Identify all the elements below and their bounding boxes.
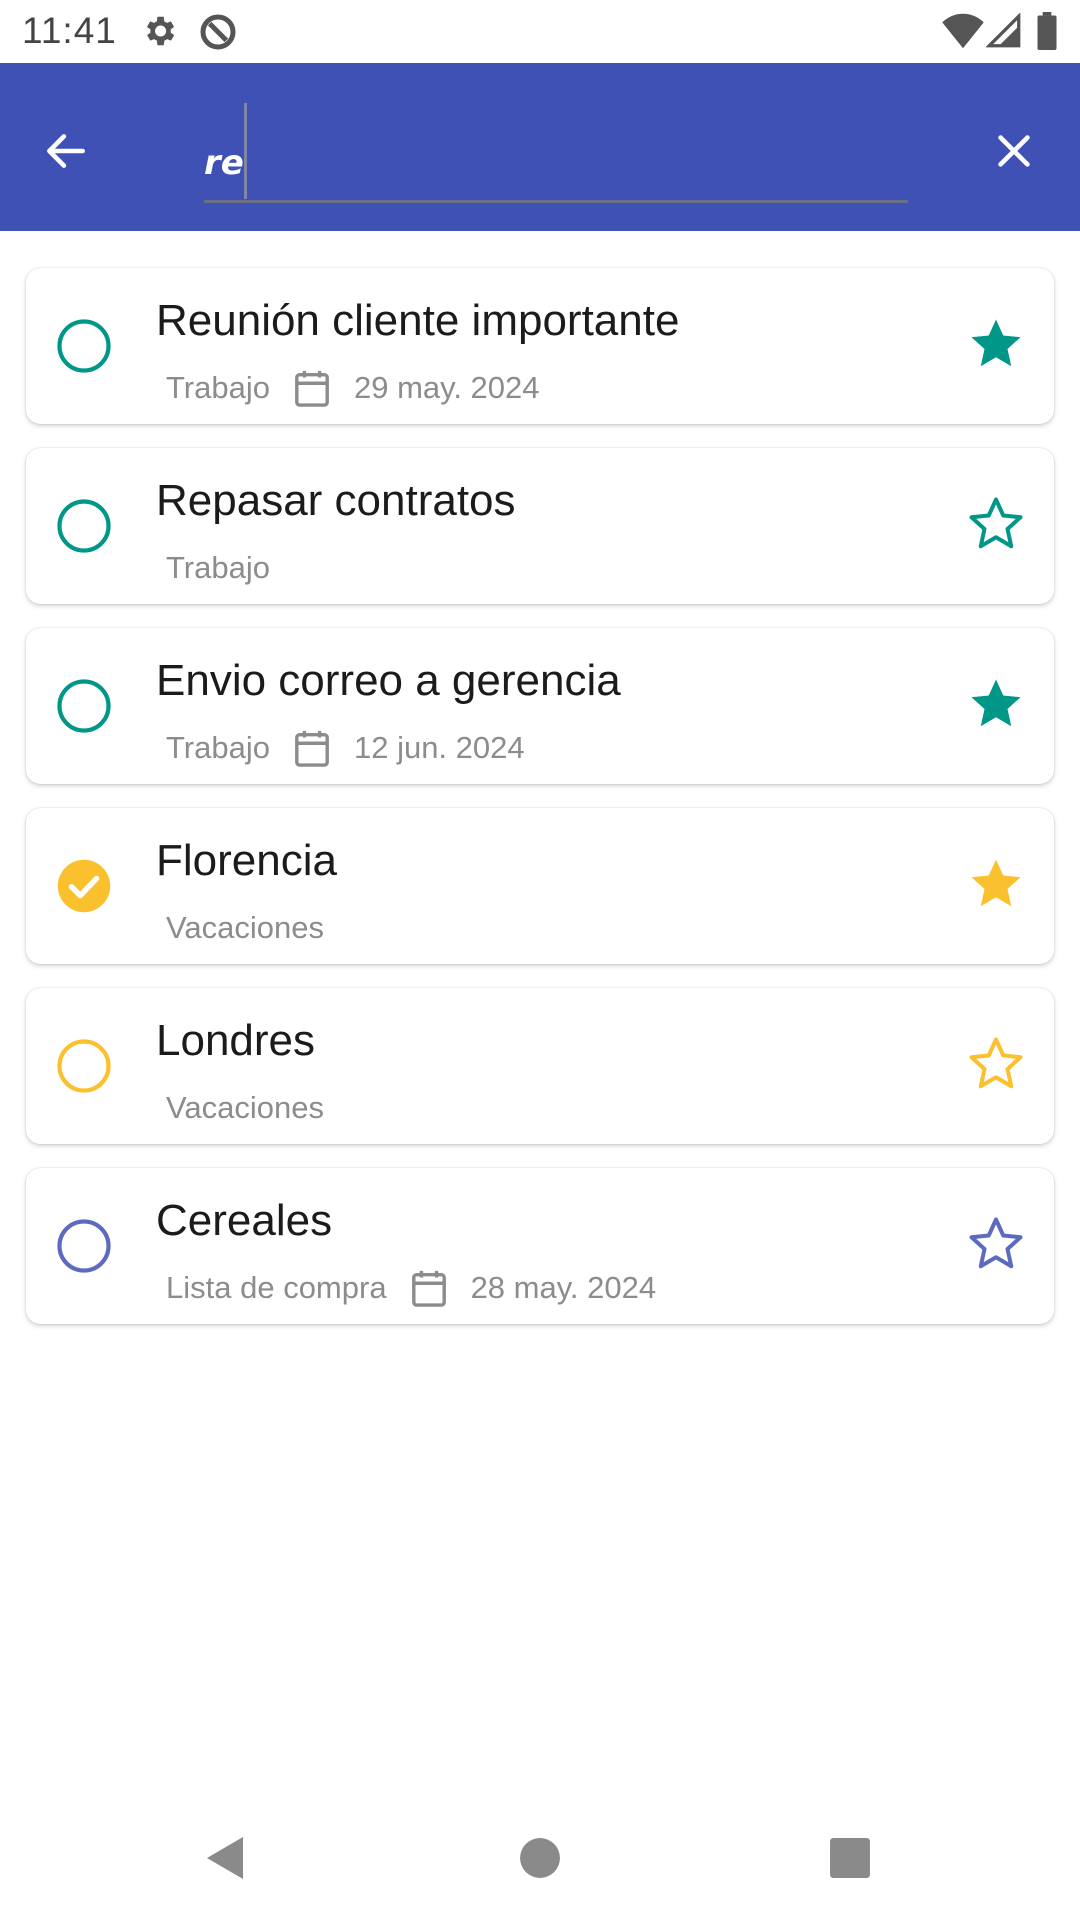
system-nav-bar xyxy=(0,1800,1080,1920)
task-title: Reunión cliente importante xyxy=(156,296,680,345)
task-card[interactable]: Repasar contratos Trabajo xyxy=(26,448,1054,604)
check-circle-icon xyxy=(54,856,114,921)
favorite-toggle[interactable] xyxy=(962,672,1030,740)
task-card[interactable]: Florencia Vacaciones xyxy=(26,808,1054,964)
recents-square-icon xyxy=(829,1837,871,1884)
star-outline-icon xyxy=(966,494,1026,559)
signal-icon xyxy=(986,12,1022,50)
circle-outline-icon xyxy=(54,316,114,381)
favorite-toggle[interactable] xyxy=(962,852,1030,920)
star-filled-icon xyxy=(966,674,1026,739)
nav-back-button[interactable] xyxy=(196,1830,256,1890)
search-underline xyxy=(204,200,908,203)
task-list: Reunión cliente importante Trabajo 29 may.… xyxy=(26,268,1054,1348)
calendar-icon xyxy=(292,728,332,768)
close-icon xyxy=(991,128,1037,179)
battery-icon xyxy=(1036,12,1058,50)
task-category: Trabajo xyxy=(166,370,270,405)
task-meta: Trabajo xyxy=(166,548,270,588)
calendar-icon xyxy=(292,368,332,408)
star-filled-icon xyxy=(966,314,1026,379)
task-meta: Vacaciones xyxy=(166,1088,324,1128)
circle-outline-icon xyxy=(54,496,114,561)
star-outline-icon xyxy=(966,1034,1026,1099)
star-filled-icon xyxy=(966,854,1026,919)
task-category: Trabajo xyxy=(166,550,270,585)
search-input[interactable] xyxy=(204,99,908,199)
circle-outline-icon xyxy=(54,676,114,741)
favorite-toggle[interactable] xyxy=(962,492,1030,560)
nav-home-button[interactable] xyxy=(510,1830,570,1890)
task-card[interactable]: Cereales Lista de compra 28 may. 2024 xyxy=(26,1168,1054,1324)
calendar-icon xyxy=(409,1268,449,1308)
task-meta: Trabajo 12 jun. 2024 xyxy=(166,728,525,768)
task-category: Vacaciones xyxy=(166,1090,324,1125)
arrow-left-icon xyxy=(41,126,91,181)
back-triangle-icon xyxy=(205,1835,247,1886)
sync-icon xyxy=(198,12,238,52)
settings-icon xyxy=(140,12,178,50)
home-circle-icon xyxy=(519,1837,561,1884)
task-checkbox[interactable] xyxy=(54,1038,114,1098)
task-card[interactable]: Reunión cliente importante Trabajo 29 may.… xyxy=(26,268,1054,424)
task-checkbox[interactable] xyxy=(54,498,114,558)
circle-outline-icon xyxy=(54,1036,114,1101)
task-meta: Vacaciones xyxy=(166,908,324,948)
task-title: Londres xyxy=(156,1016,316,1065)
task-checkbox[interactable] xyxy=(54,318,114,378)
star-outline-icon xyxy=(966,1214,1026,1279)
status-time: 11:41 xyxy=(22,10,117,51)
clear-search-button[interactable] xyxy=(974,113,1054,193)
back-button[interactable] xyxy=(26,113,106,193)
task-meta: Lista de compra 28 may. 2024 xyxy=(166,1268,656,1308)
task-checkbox[interactable] xyxy=(54,858,114,918)
text-cursor xyxy=(244,103,247,199)
task-meta: Trabajo 29 may. 2024 xyxy=(166,368,540,408)
task-due-date: 28 may. 2024 xyxy=(470,1270,657,1305)
search-app-bar xyxy=(0,63,1080,231)
favorite-toggle[interactable] xyxy=(962,1032,1030,1100)
circle-outline-icon xyxy=(54,1216,114,1281)
task-due-date: 12 jun. 2024 xyxy=(353,730,525,765)
task-title: Cereales xyxy=(156,1196,333,1245)
favorite-toggle[interactable] xyxy=(962,1212,1030,1280)
task-title: Repasar contratos xyxy=(156,476,516,525)
task-checkbox[interactable] xyxy=(54,1218,114,1278)
wifi-icon xyxy=(942,12,984,50)
task-card[interactable]: Envio correo a gerencia Trabajo 12 jun. 20… xyxy=(26,628,1054,784)
task-due-date: 29 may. 2024 xyxy=(353,370,540,405)
favorite-toggle[interactable] xyxy=(962,312,1030,380)
task-category: Lista de compra xyxy=(166,1270,387,1305)
task-title: Florencia xyxy=(156,836,337,885)
task-checkbox[interactable] xyxy=(54,678,114,738)
task-category: Trabajo xyxy=(166,730,270,765)
status-bar: 11:41 xyxy=(0,0,1080,63)
search-field xyxy=(204,99,908,203)
task-card[interactable]: Londres Vacaciones xyxy=(26,988,1054,1144)
nav-recents-button[interactable] xyxy=(820,1830,880,1890)
task-category: Vacaciones xyxy=(166,910,324,945)
task-title: Envio correo a gerencia xyxy=(156,656,621,705)
